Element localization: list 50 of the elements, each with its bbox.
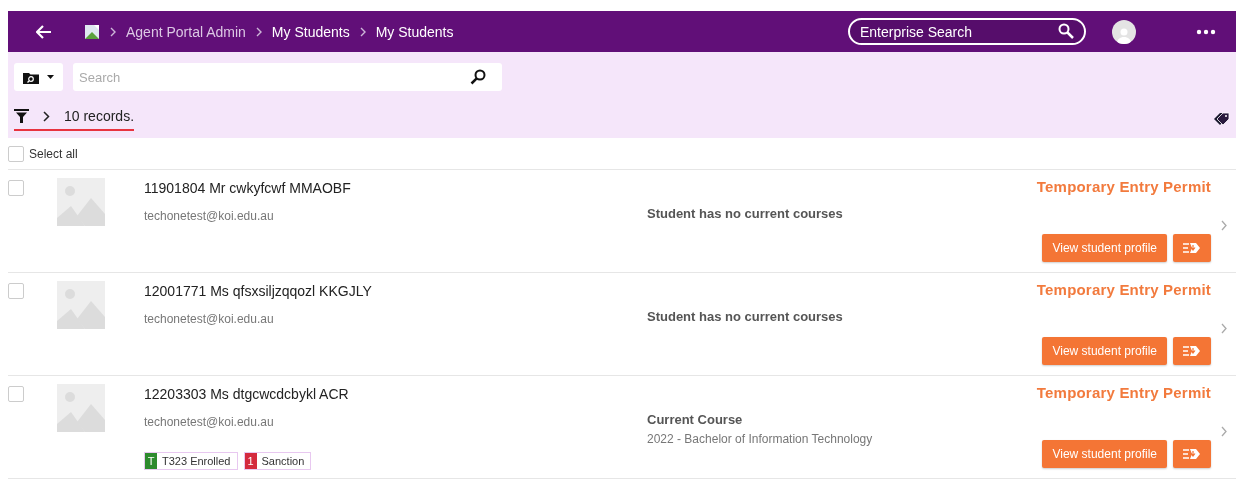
- search-icon[interactable]: [470, 69, 486, 85]
- enterprise-search-field[interactable]: Enterprise Search: [848, 18, 1086, 45]
- tags-icon[interactable]: [1213, 111, 1230, 126]
- record-count: 10 records.: [64, 108, 135, 124]
- image-placeholder-icon: [57, 178, 105, 226]
- breadcrumb-link[interactable]: Agent Portal Admin: [126, 23, 246, 40]
- breadcrumb-link[interactable]: My Students: [271, 23, 350, 40]
- folder-dropdown-button[interactable]: [14, 63, 63, 91]
- course-heading: Student has no current courses: [647, 309, 844, 324]
- visa-type: Temporary Entry Permit: [1036, 178, 1211, 195]
- checkbox[interactable]: [8, 180, 24, 196]
- transfer-button[interactable]: [1173, 440, 1211, 468]
- filter-icon[interactable]: [14, 109, 29, 123]
- chevron-right-icon[interactable]: [43, 110, 50, 122]
- transfer-button[interactable]: [1173, 337, 1211, 365]
- search-field[interactable]: Search: [73, 63, 502, 91]
- student-email: techonetest@koi.edu.au: [144, 312, 275, 326]
- student-name: 11901804 Mr cwkyfcwf MMAOBF: [144, 180, 352, 196]
- course-heading: Current Course: [647, 412, 744, 427]
- image-placeholder-icon: [57, 281, 105, 329]
- chevron-right-icon: [110, 26, 116, 37]
- chevron-right-icon: [359, 26, 366, 37]
- status-tag: 1 Sanction: [243, 452, 312, 470]
- student-name: 12001771 Ms qfsxsiljzqqozl KKGJLY: [144, 283, 373, 299]
- student-name: 12203303 Ms dtgcwcdcbykl ACR: [144, 386, 350, 402]
- back-arrow-icon[interactable]: [36, 24, 52, 39]
- transfer-arrow-icon: [1183, 241, 1201, 255]
- select-all-label: Select all: [29, 146, 78, 161]
- caret-down-icon: [47, 75, 54, 79]
- visa-type: Temporary Entry Permit: [1036, 384, 1211, 401]
- checkbox[interactable]: [8, 283, 24, 299]
- student-email: techonetest@koi.edu.au: [144, 415, 275, 429]
- visa-type: Temporary Entry Permit: [1036, 281, 1211, 298]
- transfer-arrow-icon: [1183, 344, 1201, 358]
- image-placeholder-icon: [57, 384, 105, 432]
- chevron-right-icon: [255, 26, 262, 37]
- checkbox[interactable]: [8, 145, 24, 162]
- more-icon[interactable]: [1196, 28, 1216, 35]
- course-heading: Student has no current courses: [647, 206, 844, 221]
- course-name: 2022 - Bachelor of Information Technology: [647, 432, 874, 446]
- student-email: techonetest@koi.edu.au: [144, 209, 275, 223]
- checkbox[interactable]: [8, 386, 24, 402]
- user-avatar[interactable]: [1112, 19, 1136, 44]
- folder-search-icon: [23, 70, 39, 84]
- breadcrumb-link[interactable]: My Students: [375, 23, 454, 40]
- status-tag: T T323 Enrolled: [144, 452, 238, 470]
- transfer-arrow-icon: [1183, 447, 1201, 461]
- search-icon[interactable]: [1058, 23, 1074, 39]
- broken-image-icon: [84, 23, 100, 40]
- transfer-button[interactable]: [1173, 234, 1211, 262]
